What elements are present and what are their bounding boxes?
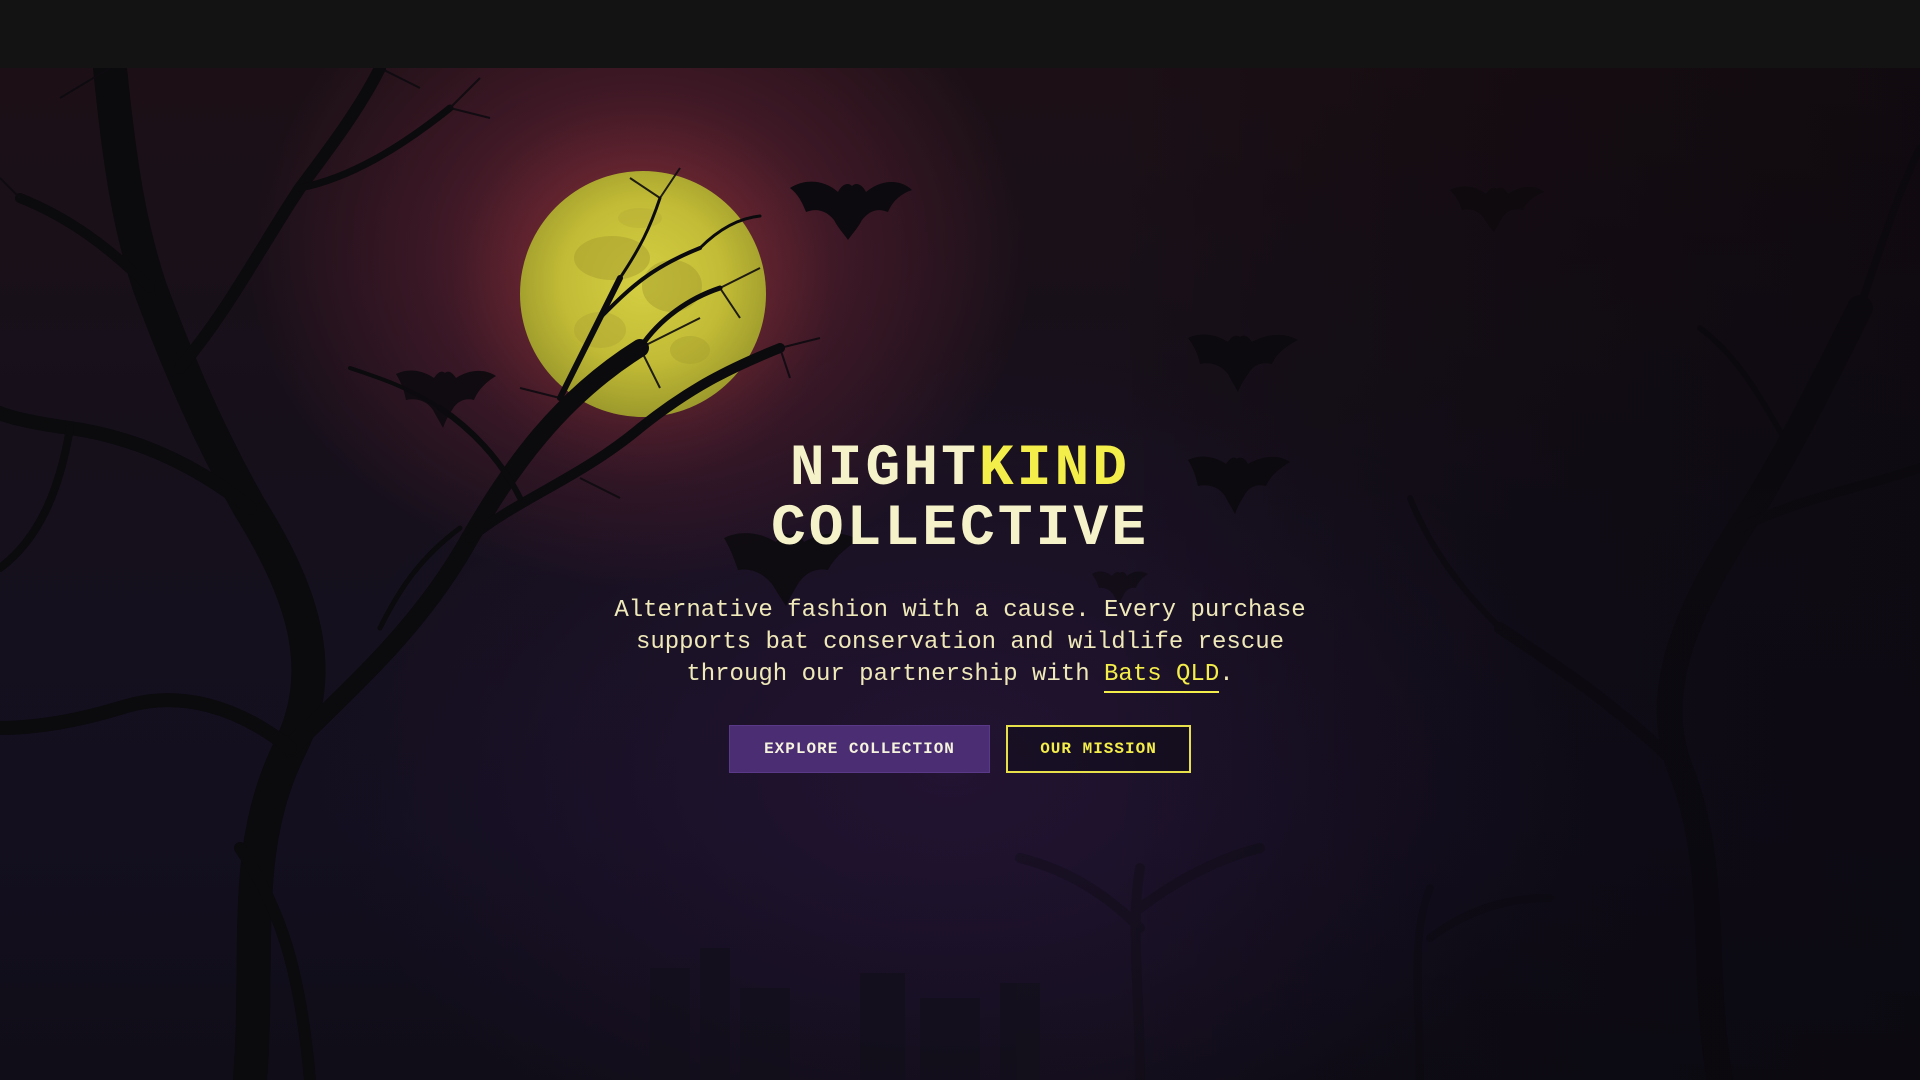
title-collective: COLLECTIVE [770,497,1150,562]
title-night: NIGHT [789,437,979,502]
brand-title: NIGHTKIND COLLECTIVE [0,440,1920,560]
our-mission-button[interactable]: OUR MISSION [1006,725,1191,773]
hero-content: NIGHTKIND COLLECTIVE Alternative fashion … [0,68,1920,1080]
explore-collection-button[interactable]: EXPLORE COLLECTION [729,725,990,773]
title-kind: KIND [978,437,1131,502]
hero-tagline: Alternative fashion with a cause. Every … [600,595,1320,693]
top-navigation-bar [0,0,1920,68]
hero-section: NIGHTKIND COLLECTIVE Alternative fashion … [0,68,1920,1080]
bats-qld-link[interactable]: Bats QLD [1104,661,1220,693]
tagline-period: . [1219,661,1234,688]
